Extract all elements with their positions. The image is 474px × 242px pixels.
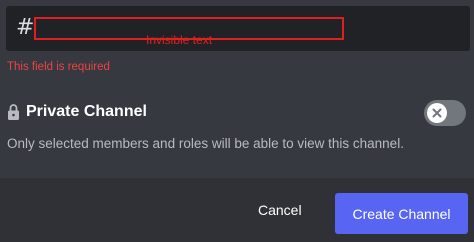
channel-name-input[interactable]: # Invisible text	[6, 6, 470, 51]
hash-icon: #	[16, 15, 35, 40]
private-channel-row: Private Channel	[7, 101, 147, 123]
annotation-text: Invisible text	[146, 33, 213, 47]
private-channel-toggle[interactable]	[424, 100, 466, 126]
private-channel-label: Private Channel	[26, 103, 147, 120]
toggle-knob	[427, 103, 447, 123]
close-icon	[432, 108, 442, 118]
lock-icon	[8, 104, 19, 120]
cancel-button[interactable]: Cancel	[258, 202, 302, 218]
private-channel-description: Only selected members and roles will be …	[7, 136, 404, 151]
create-channel-button[interactable]: Create Channel	[335, 193, 468, 234]
modal-footer: Cancel Create Channel	[0, 178, 474, 242]
field-error-message: This field is required	[7, 61, 110, 73]
